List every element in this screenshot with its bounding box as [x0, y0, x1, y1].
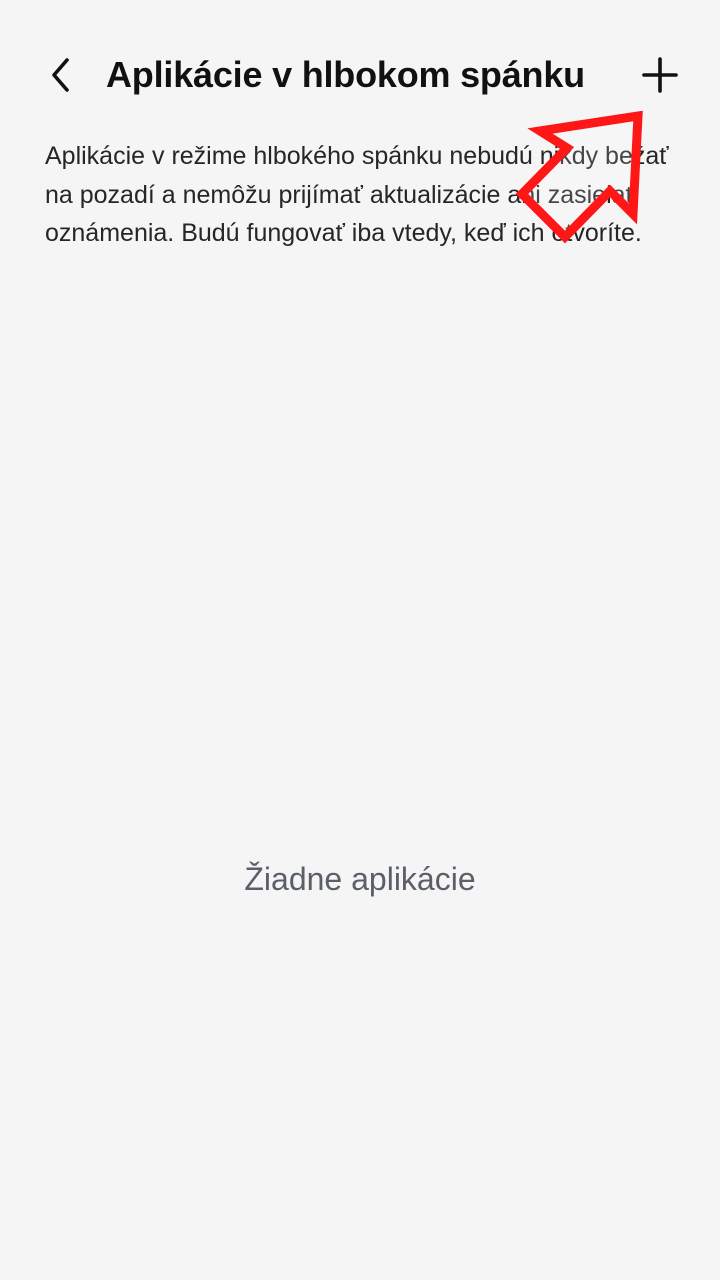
back-button[interactable] — [34, 46, 86, 104]
deep-sleep-description: Aplikácie v režime hlbokého spánku nebud… — [45, 142, 669, 247]
chevron-left-icon — [45, 55, 75, 95]
page-title: Aplikácie v hlbokom spánku — [106, 54, 585, 95]
add-button[interactable] — [635, 50, 685, 100]
plus-icon — [641, 56, 679, 94]
empty-state-message: Žiadne aplikácie — [244, 861, 476, 897]
top-app-bar: Aplikácie v hlbokom spánku — [0, 0, 720, 150]
deep-sleep-apps-screen: Aplikácie v hlbokom spánku Aplikácie v r… — [0, 0, 720, 1280]
